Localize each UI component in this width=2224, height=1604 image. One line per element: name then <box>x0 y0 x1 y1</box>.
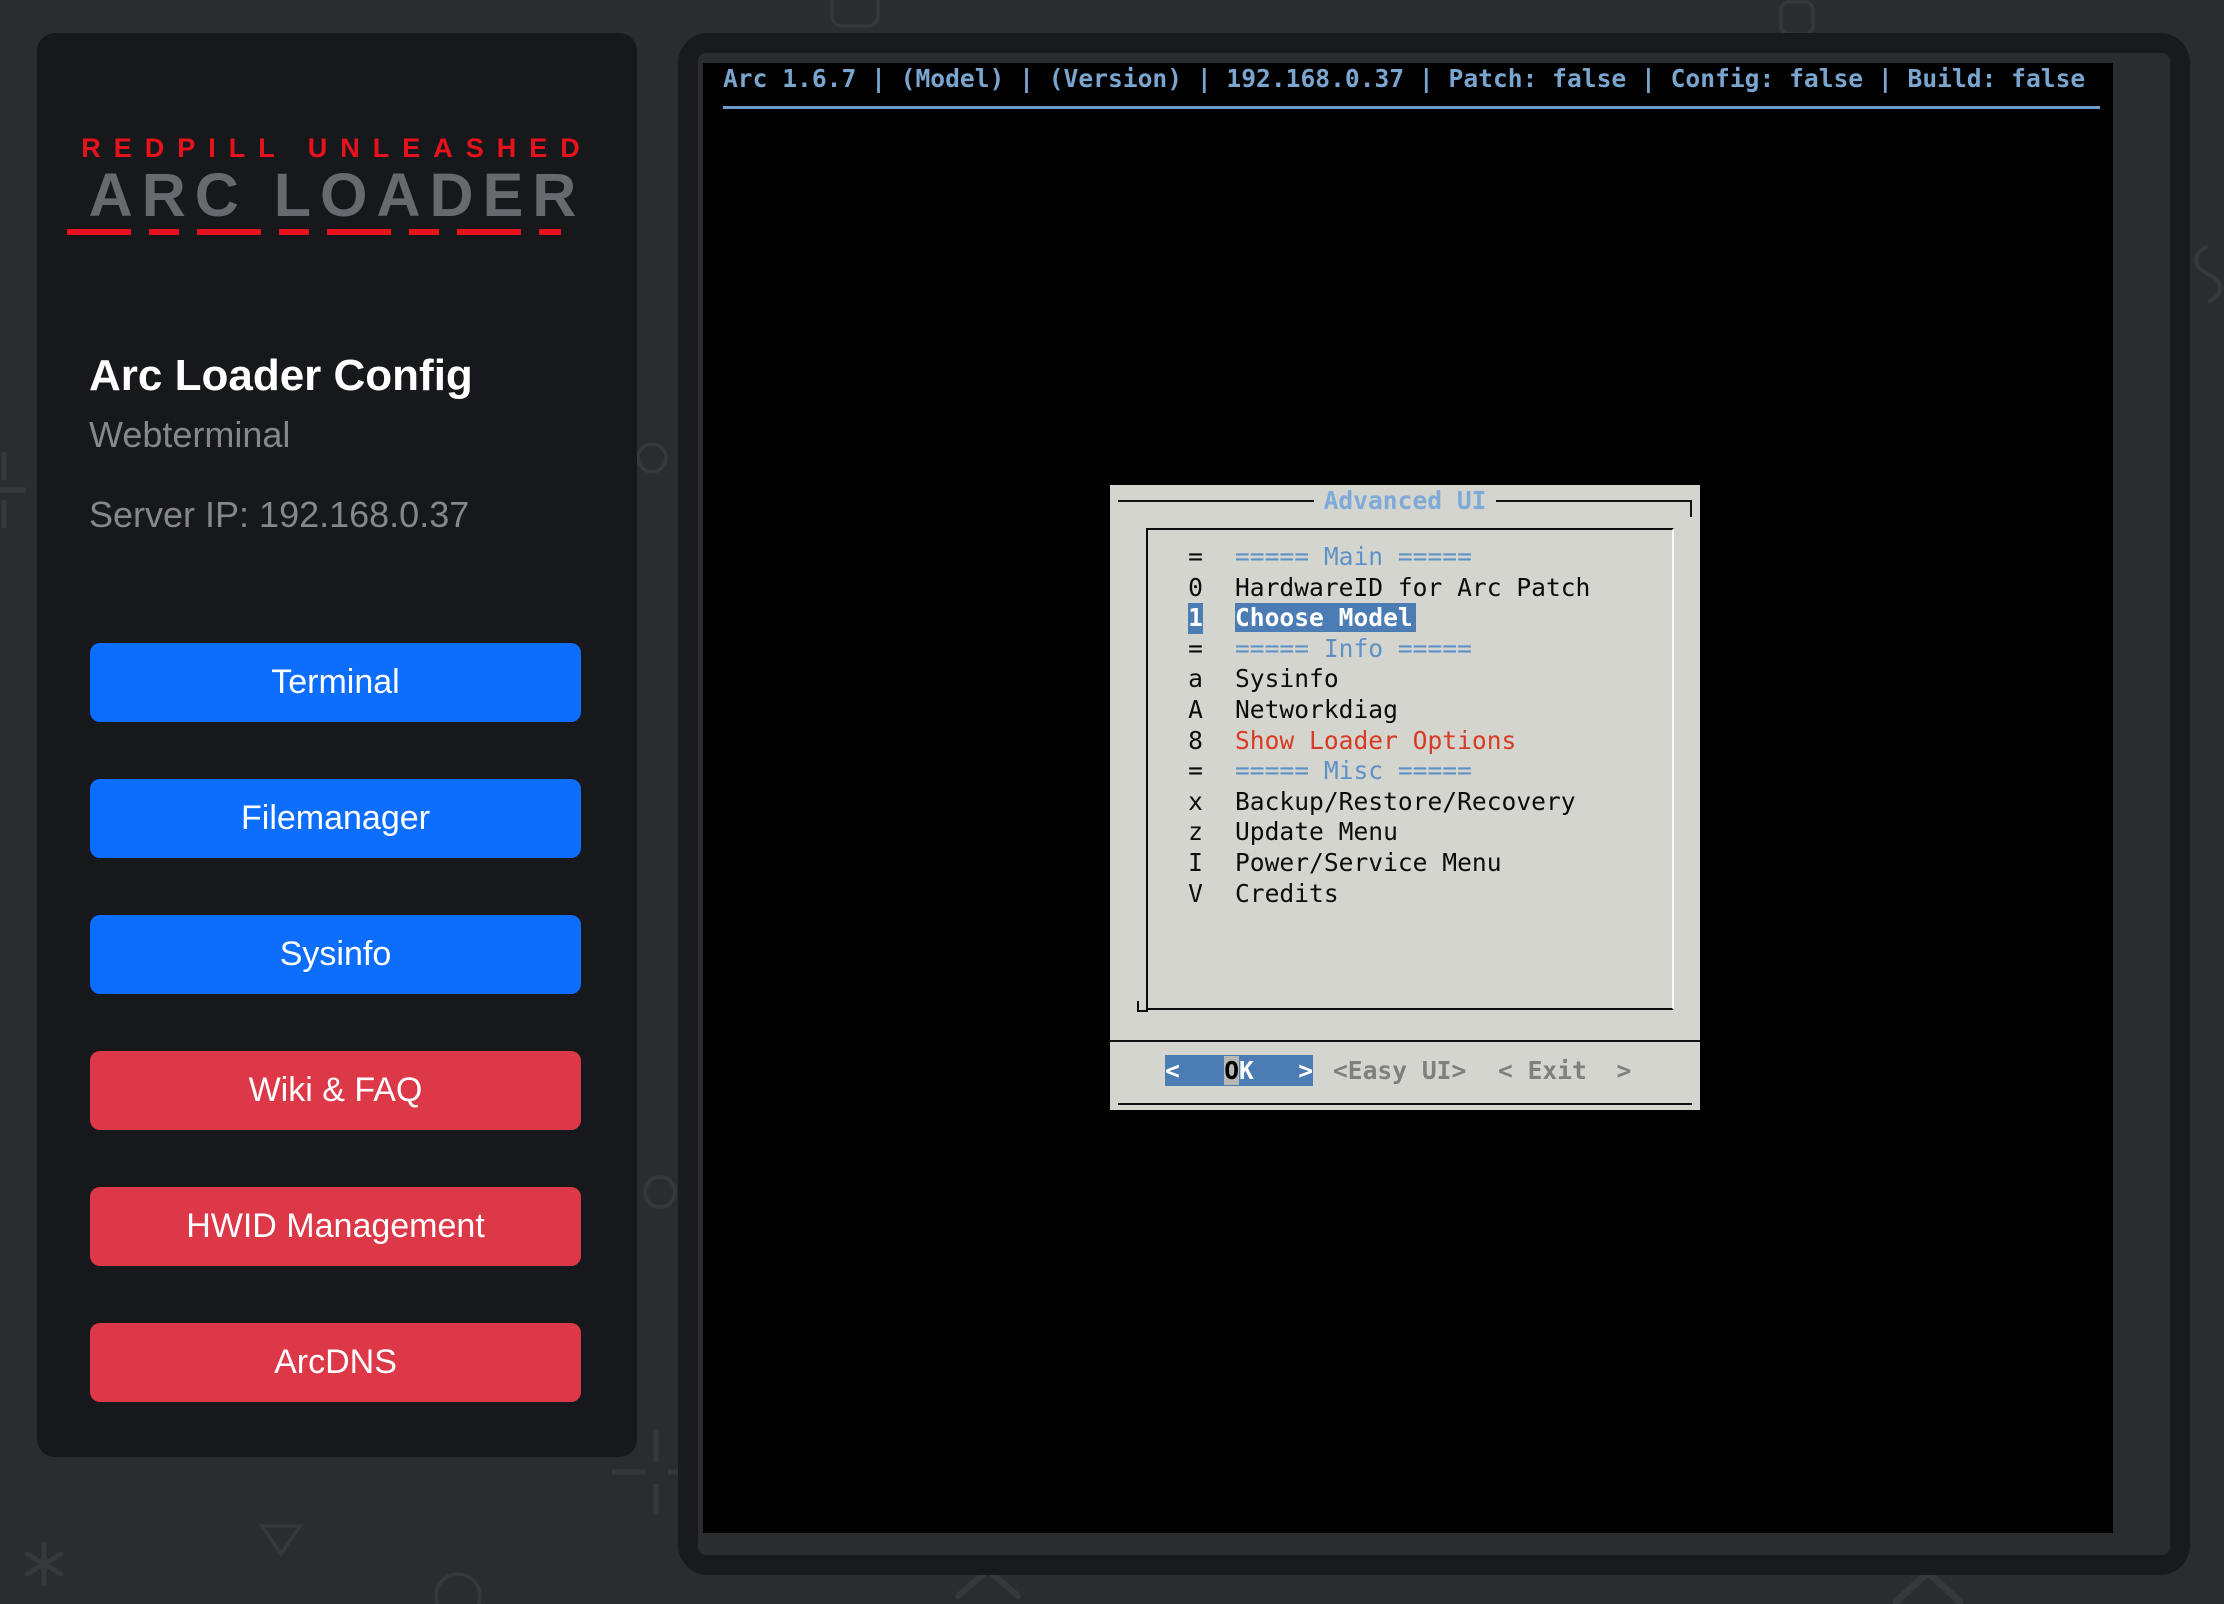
dialog-advanced-ui: Advanced UI = ===== Main ===== 0 HardwareID… <box>1110 485 1700 1110</box>
decor-circle-icon <box>645 1177 675 1207</box>
dialog-bottom-border <box>1118 1103 1692 1105</box>
decor-triangle-icon <box>262 1526 300 1554</box>
menu-label: Show Loader Options <box>1235 726 1516 755</box>
sidebar-button-sysinfo[interactable]: Sysinfo <box>90 915 581 994</box>
decor-chevron-icon <box>1896 1572 1960 1602</box>
decor-square-icon <box>832 0 878 26</box>
sidebar-button-wiki-faq[interactable]: Wiki & FAQ <box>90 1051 581 1130</box>
dialog-separator <box>1110 1040 1700 1042</box>
menu-tag: = <box>1188 756 1203 787</box>
terminal-status-header: Arc 1.6.7 | (Model) | (Version) | 192.16… <box>723 64 2085 95</box>
menu-label: Credits <box>1235 879 1339 908</box>
terminal-header-rule <box>723 106 2100 109</box>
decor-dashed-plus-icon <box>0 452 26 528</box>
decor-circle-icon <box>638 444 666 472</box>
menu-tag: I <box>1188 848 1203 879</box>
dialog-title: Advanced UI <box>1110 486 1700 516</box>
decor-circle-icon <box>436 1574 480 1604</box>
menu-label: Backup/Restore/Recovery <box>1235 787 1576 816</box>
decor-asterisk-icon <box>27 1544 61 1584</box>
menu-label: Power/Service Menu <box>1235 848 1502 877</box>
menu-tag: = <box>1188 542 1203 573</box>
menu-list: = ===== Main ===== 0 HardwareID for Arc Pat… <box>1146 528 1674 1010</box>
menu-label: Update Menu <box>1235 817 1398 846</box>
menu-item-9[interactable]: z Update Menu <box>1148 817 1672 848</box>
menu-label: Networkdiag <box>1235 695 1398 724</box>
brand-redpill-unleashed: REDPILL UNLEASHED <box>37 133 637 163</box>
menu-item-8[interactable]: x Backup/Restore/Recovery <box>1148 787 1672 818</box>
menu-label: ===== Main ===== <box>1235 542 1472 571</box>
menu-tag: 0 <box>1188 573 1203 604</box>
menu-item-4[interactable]: a Sysinfo <box>1148 664 1672 695</box>
menu-tag: A <box>1188 695 1203 726</box>
terminal-frame: Arc 1.6.7 | (Model) | (Version) | 192.16… <box>678 33 2190 1575</box>
menu-item-10[interactable]: I Power/Service Menu <box>1148 848 1672 879</box>
brand-divider <box>67 229 561 235</box>
menu-tag: 8 <box>1188 726 1203 757</box>
easy-ui-button[interactable]: <Easy UI> <box>1333 1055 1466 1086</box>
sidebar-button-filemanager[interactable]: Filemanager <box>90 779 581 858</box>
sidebar-buttons: Terminal Filemanager Sysinfo Wiki & FAQ HWID… <box>90 643 581 1459</box>
sidebar-button-hwid-management[interactable]: HWID Management <box>90 1187 581 1266</box>
menu-item-1[interactable]: 0 HardwareID for Arc Patch <box>1148 573 1672 604</box>
menu-section-7: = ===== Misc ===== <box>1148 756 1672 787</box>
menu-tag: = <box>1188 634 1203 665</box>
menu-list-corner <box>1137 1001 1148 1012</box>
menu-label: Choose Model <box>1235 603 1416 632</box>
menu-tag: a <box>1188 664 1203 695</box>
sidebar: REDPILL UNLEASHED ARC LOADER Arc Loader … <box>37 33 637 1457</box>
menu-tag: 1 <box>1188 603 1203 634</box>
menu-item-2[interactable]: 1 Choose Model <box>1148 603 1672 634</box>
page-subtitle: Webterminal <box>89 413 290 457</box>
menu-section-3: = ===== Info ===== <box>1148 634 1672 665</box>
menu-label: ===== Misc ===== <box>1235 756 1472 785</box>
menu-section-0: = ===== Main ===== <box>1148 542 1672 573</box>
sidebar-button-terminal[interactable]: Terminal <box>90 643 581 722</box>
decor-squiggle-icon <box>2196 246 2220 302</box>
menu-tag: z <box>1188 817 1203 848</box>
sidebar-button-arcdns[interactable]: ArcDNS <box>90 1323 581 1402</box>
menu-label: Sysinfo <box>1235 664 1339 693</box>
brand-arc-loader: ARC LOADER <box>37 163 637 227</box>
menu-tag: V <box>1188 879 1203 910</box>
menu-item-11[interactable]: V Credits <box>1148 879 1672 910</box>
menu-label: HardwareID for Arc Patch <box>1235 573 1590 602</box>
menu-item-5[interactable]: A Networkdiag <box>1148 695 1672 726</box>
server-ip: Server IP: 192.168.0.37 <box>89 493 469 537</box>
menu-item-6[interactable]: 8 Show Loader Options <box>1148 726 1672 757</box>
menu-label: ===== Info ===== <box>1235 634 1472 663</box>
ok-button[interactable]: < OK > <box>1165 1055 1313 1086</box>
dialog-buttons: < OK > <Easy UI> < Exit > <box>1110 1055 1700 1086</box>
terminal-screen[interactable]: Arc 1.6.7 | (Model) | (Version) | 192.16… <box>703 63 2113 1533</box>
decor-square-icon <box>1781 2 1813 34</box>
exit-button[interactable]: < Exit > <box>1498 1055 1631 1086</box>
menu-tag: x <box>1188 787 1203 818</box>
terminal-surface: Arc 1.6.7 | (Model) | (Version) | 192.16… <box>698 53 2170 1555</box>
text-cursor: O <box>1224 1056 1239 1085</box>
page-title: Arc Loader Config <box>89 351 473 401</box>
